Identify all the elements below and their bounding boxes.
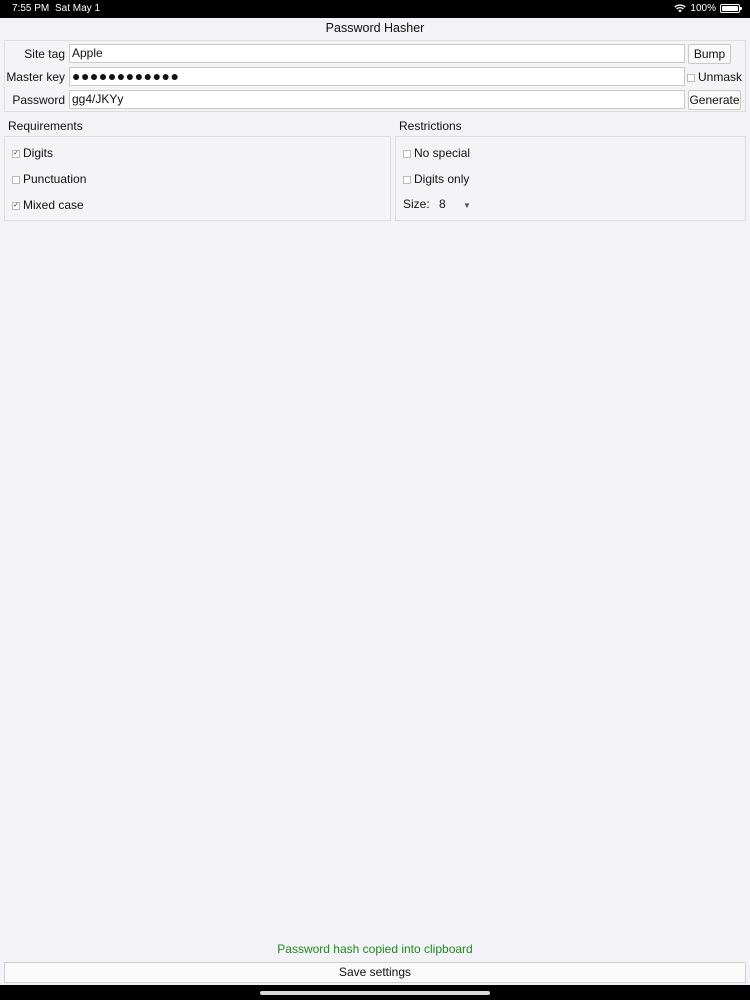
chevron-down-icon[interactable]: ▼ [463, 201, 471, 210]
wifi-icon [674, 4, 687, 13]
punctuation-option[interactable]: Punctuation [12, 171, 86, 187]
digits-only-option[interactable]: Digits only [403, 171, 469, 187]
no-special-label: No special [414, 146, 471, 160]
punctuation-checkbox[interactable] [12, 175, 20, 184]
requirements-header: Requirements [8, 119, 83, 133]
home-indicator[interactable] [260, 991, 490, 995]
unmask-checkbox[interactable]: Unmask [687, 67, 742, 87]
site-tag-label: Site tag [24, 47, 65, 61]
password-label: Password [12, 93, 65, 107]
restrictions-header: Restrictions [399, 119, 462, 133]
page-title: Password Hasher [325, 21, 425, 35]
status-time: 7:55 PM [12, 3, 50, 14]
save-settings-button[interactable]: Save settings [4, 962, 746, 983]
size-selector: Size: 8 ▼ [403, 196, 471, 214]
credentials-form: Site tag Apple Bump Master key ●●●●●●●●●… [4, 40, 746, 112]
digits-only-checkbox[interactable] [403, 175, 411, 184]
punctuation-label: Punctuation [23, 172, 87, 186]
size-select[interactable]: 8 [439, 196, 459, 212]
digits-option[interactable]: ✓ Digits [12, 145, 53, 161]
master-key-row: Master key ●●●●●●●●●●●● Unmask [5, 67, 745, 87]
digits-checkbox[interactable]: ✓ [12, 149, 20, 158]
restrictions-group: No special Digits only Size: 8 ▼ [395, 136, 746, 221]
password-row: Password gg4/JKYy Generate [5, 90, 745, 110]
master-key-label: Master key [6, 70, 65, 84]
battery-icon [720, 4, 742, 13]
battery-percent: 100% [690, 3, 716, 14]
requirements-group: ✓ Digits Punctuation ✓ Mixed case [4, 136, 391, 221]
site-tag-row: Site tag Apple Bump [5, 44, 745, 64]
no-special-option[interactable]: No special [403, 145, 470, 161]
bump-button[interactable]: Bump [688, 44, 731, 64]
site-tag-input[interactable]: Apple [69, 44, 685, 63]
status-date: Sat May 1 [55, 3, 101, 14]
size-label: Size: [403, 197, 430, 211]
generate-button[interactable]: Generate [688, 90, 741, 110]
status-bar: 7:55 PM Sat May 1 100% [0, 0, 750, 18]
digits-only-label: Digits only [414, 172, 470, 186]
no-special-checkbox[interactable] [403, 149, 411, 158]
status-message: Password hash copied into clipboard [277, 942, 473, 956]
master-key-input[interactable]: ●●●●●●●●●●●● [69, 67, 685, 86]
password-output[interactable]: gg4/JKYy [69, 90, 685, 109]
digits-label: Digits [23, 146, 54, 160]
unmask-label: Unmask [698, 70, 743, 84]
mixed-case-checkbox[interactable]: ✓ [12, 201, 20, 210]
mixed-case-label: Mixed case [23, 198, 84, 212]
mixed-case-option[interactable]: ✓ Mixed case [12, 197, 84, 213]
unmask-check-box[interactable] [687, 73, 695, 82]
status-right: 100% [674, 3, 742, 14]
